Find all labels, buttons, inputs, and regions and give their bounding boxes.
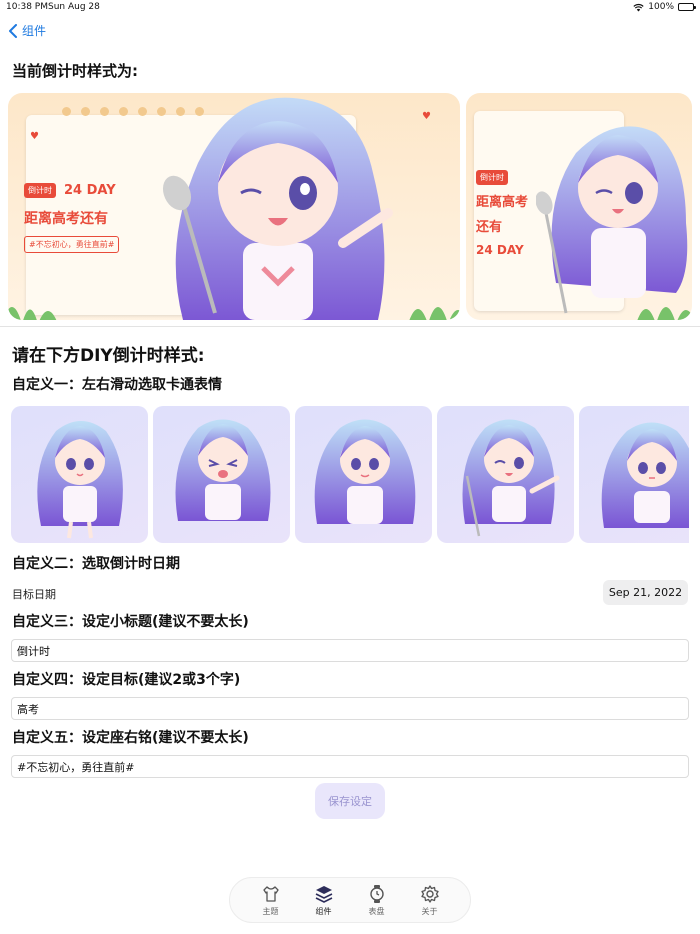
tab-watchface[interactable]: 表盘 [357,884,397,917]
chibi-standing-image [37,421,123,539]
grass-decoration-image [637,307,692,320]
character-option[interactable] [295,406,432,543]
tab-label: 表盘 [368,906,385,916]
character-option[interactable] [437,406,574,543]
preview-target: 距离高考还有 [24,211,108,227]
grass-decoration-image [409,307,460,320]
diy-title: 请在下方DIY倒计时样式: [12,346,205,366]
preview-text-tall: 倒计时 距离高考 还有 24 DAY [476,165,528,257]
heart-icon: ♥ [30,131,39,142]
status-bar: 10:38 PM Sun Aug 28 100% [0,0,700,14]
back-button[interactable]: 组件 [8,22,46,39]
target-date-label: 目标日期 [12,588,56,601]
grass-decoration-image [8,307,57,320]
tab-widgets[interactable]: 组件 [304,884,344,917]
current-style-title: 当前倒计时样式为: [12,62,138,80]
chibi-shy-image [314,419,416,524]
section-divider [0,326,700,327]
chevron-left-icon [9,23,17,38]
back-label: 组件 [22,24,47,38]
preview-badge: 倒计时 [476,170,508,185]
preview-widget-wide: ♥ ♥ 倒计时 24 DAY 距离高考还有 #不忘初心，勇往直前# [8,93,460,320]
tab-label: 主题 [262,906,279,916]
tab-bar: 主题 组件 表盘 关于 [229,877,471,923]
battery-percent: 100% [648,2,674,12]
wifi-icon [633,3,644,11]
chibi-crying-image [175,419,271,521]
battery-icon [678,3,696,11]
preview-target-line1: 距离高考 [476,195,529,210]
target-input[interactable]: 高考 [11,697,689,720]
character-option[interactable] [579,406,689,543]
chibi-character-waving-image [162,97,393,320]
tab-label: 关于 [421,906,438,916]
status-date: Sun Aug 28 [48,2,100,12]
preview-widget-tall: 倒计时 距离高考 还有 24 DAY [466,93,692,320]
chibi-sitting-image [601,422,689,528]
preview-days: 24 DAY [476,243,524,257]
preview-motto: #不忘初心，勇往直前# [24,236,120,253]
heart-icon: ♥ [422,111,431,122]
target-date-picker[interactable]: Sep 21, 2022 [603,580,688,605]
layers-icon [315,885,332,903]
status-right: 100% [633,2,696,12]
character-option[interactable] [153,406,290,543]
character-option[interactable] [11,406,148,543]
status-time: 10:38 PM [6,2,48,12]
save-settings-button[interactable]: 保存设定 [315,783,385,819]
custom5-title: 自定义五：设定座右铭(建议不要太长) [12,730,249,746]
subtitle-input[interactable]: 倒计时 [11,639,689,662]
gear-icon [420,884,439,903]
character-gallery[interactable] [11,406,689,543]
custom2-title: 自定义二：选取倒计时日期 [12,556,180,572]
shirt-icon [262,885,279,902]
custom4-title: 自定义四：设定目标(建议2或3个字) [12,672,241,688]
tab-about[interactable]: 关于 [410,884,450,917]
custom1-title: 自定义一：左右滑动选取卡通表情 [12,377,222,393]
watch-icon [369,884,384,903]
motto-input[interactable]: #不忘初心，勇往直前# [11,755,689,778]
tab-label: 组件 [315,906,332,916]
preview-days: 24 DAY [64,183,116,198]
custom3-title: 自定义三：设定小标题(建议不要太长) [12,614,249,630]
chibi-character-waving-image [536,126,688,314]
chibi-waving-microphone-image [462,419,560,537]
preview-text: 倒计时 24 DAY 距离高考还有 #不忘初心，勇往直前# [24,183,120,253]
preview-target-line2: 还有 [476,220,503,235]
tab-theme[interactable]: 主题 [251,884,291,917]
preview-badge: 倒计时 [24,183,56,198]
